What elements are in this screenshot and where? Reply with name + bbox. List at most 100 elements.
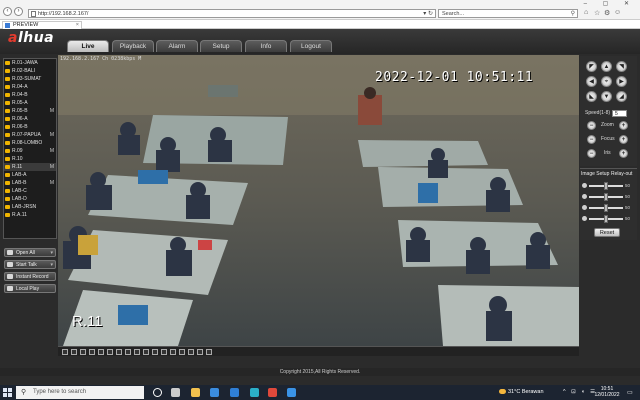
split-layout-button[interactable]: [143, 349, 149, 355]
slider-knob[interactable]: [604, 193, 608, 201]
back-button[interactable]: ‹: [3, 7, 12, 16]
iris-close-button[interactable]: −: [587, 149, 596, 158]
split-layout-button[interactable]: [98, 349, 104, 355]
split-layout-button[interactable]: [107, 349, 113, 355]
tab-image-setup[interactable]: Image Setup: [581, 171, 609, 177]
channel-item[interactable]: LAB-B M: [4, 179, 56, 187]
split-layout-button[interactable]: [170, 349, 176, 355]
ptz-left-button[interactable]: ◀: [586, 76, 597, 87]
split-layout-button[interactable]: [71, 349, 77, 355]
slider-knob[interactable]: [604, 204, 608, 212]
hue-slider[interactable]: [589, 215, 623, 223]
weather-widget[interactable]: 31°C Berawan: [499, 389, 544, 395]
taskbar-search-input[interactable]: ⚲ Type here to search: [16, 386, 144, 399]
channel-item[interactable]: R.11 M: [4, 163, 56, 171]
start-talk-button[interactable]: Start Talk ▾: [4, 260, 56, 269]
channel-item[interactable]: R.02-BALI: [4, 67, 56, 75]
split-layout-button[interactable]: [125, 349, 131, 355]
channel-item[interactable]: R.03-SUMAT: [4, 75, 56, 83]
channel-item[interactable]: R.04-B: [4, 91, 56, 99]
channel-item[interactable]: R.09 M: [4, 147, 56, 155]
brightness-slider[interactable]: [589, 182, 623, 190]
gear-icon[interactable]: ⚙: [604, 9, 610, 17]
iris-open-button[interactable]: +: [619, 149, 628, 158]
channel-item[interactable]: LAB-JRSN: [4, 203, 56, 211]
split-layout-button[interactable]: [188, 349, 194, 355]
split-layout-button[interactable]: [197, 349, 203, 355]
home-icon[interactable]: ⌂: [584, 9, 588, 16]
channel-item[interactable]: R.01-JAWA: [4, 59, 56, 67]
channel-item[interactable]: R.10: [4, 155, 56, 163]
cortana-icon[interactable]: [153, 388, 162, 397]
forward-button[interactable]: ›: [14, 7, 23, 16]
slider-knob[interactable]: [604, 215, 608, 223]
start-button[interactable]: [3, 388, 12, 397]
tab-relay-out[interactable]: Relay-out: [611, 171, 632, 177]
focus-far-button[interactable]: +: [619, 135, 628, 144]
slider-knob[interactable]: [604, 182, 608, 190]
tab-alarm[interactable]: Alarm: [156, 40, 198, 52]
zoom-in-button[interactable]: +: [619, 121, 628, 130]
task-view-icon[interactable]: [171, 388, 180, 397]
ptz-center-button[interactable]: ⌖: [601, 76, 612, 87]
split-layout-button[interactable]: [161, 349, 167, 355]
ptz-down-button[interactable]: ▼: [601, 91, 612, 102]
split-layout-button[interactable]: [116, 349, 122, 355]
window-controls[interactable]: – ▢ ✕: [584, 0, 636, 7]
channel-item[interactable]: R.06-B: [4, 123, 56, 131]
split-layout-button[interactable]: [80, 349, 86, 355]
channel-item[interactable]: LAB-C: [4, 187, 56, 195]
split-layout-button[interactable]: [62, 349, 68, 355]
store-icon[interactable]: [210, 388, 219, 397]
mail-icon[interactable]: [230, 388, 239, 397]
browser-search-input[interactable]: Search... ⚲: [438, 9, 578, 18]
ptz-upright-button[interactable]: ◥: [616, 61, 627, 72]
ie-icon[interactable]: [287, 388, 296, 397]
split-layout-button[interactable]: [152, 349, 158, 355]
system-tray-icons[interactable]: ^ ⊡ ◖ ☰: [563, 389, 597, 395]
ptz-up-button[interactable]: ▲: [601, 61, 612, 72]
reset-button[interactable]: Reset: [594, 228, 620, 237]
saturation-slider[interactable]: [589, 204, 623, 212]
split-layout-button[interactable]: [179, 349, 185, 355]
channel-item[interactable]: R.A.11: [4, 211, 56, 219]
ptz-right-button[interactable]: ▶: [616, 76, 627, 87]
close-icon[interactable]: ×: [76, 22, 79, 29]
tab-setup[interactable]: Setup: [200, 40, 242, 52]
file-explorer-icon[interactable]: [191, 388, 200, 397]
channel-item[interactable]: R.05-B M: [4, 107, 56, 115]
chevron-down-icon[interactable]: ▾: [50, 249, 53, 257]
channel-item[interactable]: LAB-D: [4, 195, 56, 203]
edge-icon[interactable]: [250, 388, 259, 397]
focus-near-button[interactable]: −: [587, 135, 596, 144]
search-icon[interactable]: ⚲: [571, 10, 575, 18]
chevron-down-icon[interactable]: ▾: [50, 261, 53, 269]
chrome-icon[interactable]: [268, 388, 277, 397]
refresh-icon[interactable]: ▾ ↻: [423, 10, 433, 18]
tab-playback[interactable]: Playback: [112, 40, 154, 52]
channel-item[interactable]: R.06-A: [4, 115, 56, 123]
tab-live[interactable]: Live: [67, 40, 109, 52]
channel-item[interactable]: R.04-A: [4, 83, 56, 91]
ptz-upleft-button[interactable]: ◤: [586, 61, 597, 72]
favorites-icon[interactable]: ☆: [594, 9, 600, 17]
channel-item[interactable]: R.08-LOMBO: [4, 139, 56, 147]
channel-item[interactable]: LAB-A: [4, 171, 56, 179]
open-all-button[interactable]: Open All ▾: [4, 248, 56, 257]
tab-info[interactable]: Info: [245, 40, 287, 52]
address-bar[interactable]: http://192.168.2.167/ ▾ ↻: [28, 9, 436, 18]
browser-tab[interactable]: PREVIEW ×: [2, 21, 82, 29]
tab-logout[interactable]: Logout: [290, 40, 332, 52]
speed-select[interactable]: 5: [612, 110, 627, 117]
contrast-slider[interactable]: [589, 193, 623, 201]
zoom-out-button[interactable]: −: [587, 121, 596, 130]
channel-item[interactable]: R.05-A: [4, 99, 56, 107]
smiley-icon[interactable]: ☺: [614, 9, 621, 16]
split-layout-button[interactable]: [206, 349, 212, 355]
local-play-button[interactable]: Local Play: [4, 284, 56, 293]
split-layout-button[interactable]: [89, 349, 95, 355]
clock[interactable]: 10:51 12/01/2022: [593, 386, 621, 398]
video-view[interactable]: [58, 55, 579, 346]
channel-item[interactable]: R.07-PAPUA M: [4, 131, 56, 139]
ptz-downright-button[interactable]: ◢: [616, 91, 627, 102]
